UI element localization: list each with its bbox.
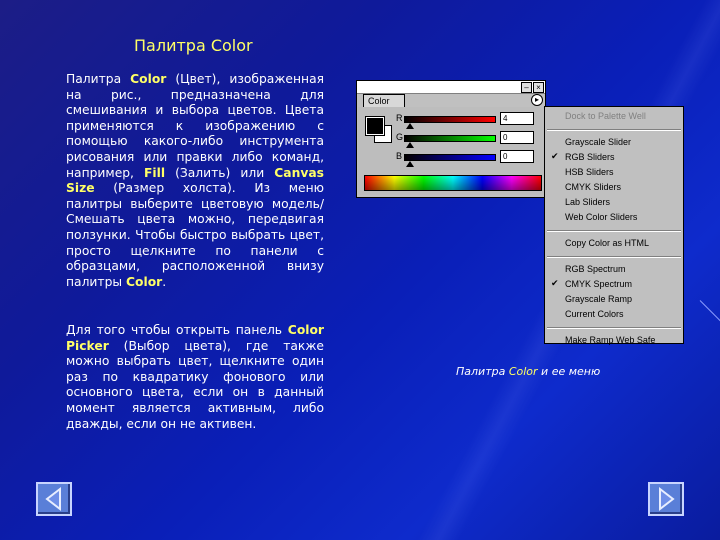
menu-item-grayscale-ramp[interactable]: Grayscale Ramp — [565, 292, 632, 306]
minimize-icon[interactable]: – — [521, 82, 532, 93]
menu-item-web-color-sliders[interactable]: Web Color Sliders — [565, 210, 637, 224]
paragraph-color-palette-run: (Размер холста). Из меню палитры выберит… — [66, 181, 324, 289]
paragraph-color-palette-run: Палитра — [66, 72, 131, 86]
next-slide-button[interactable] — [648, 482, 684, 516]
close-icon[interactable]: × — [533, 82, 544, 93]
menu-item-grayscale-slider[interactable]: Grayscale Slider — [565, 135, 631, 149]
palette-body: R 4 G 0 B 0 — [358, 107, 544, 195]
color-spectrum-bar[interactable] — [364, 175, 542, 191]
paragraph-color-picker: Для того чтобы открыть панель Color Pick… — [66, 323, 324, 432]
paragraph-color-palette: Палитра Color (Цвет), изображенная на ри… — [66, 72, 324, 290]
paragraph-color-palette-run: Color — [130, 72, 167, 86]
menu-item-dock-to-palette-well[interactable]: Dock to Palette Well — [565, 109, 646, 123]
slider-r-label: R — [396, 113, 403, 123]
menu-separator — [547, 327, 681, 329]
paragraph-color-palette-run: (Цвет), изображенная на рис., предназнач… — [66, 72, 324, 180]
menu-item-cmyk-spectrum[interactable]: CMYK Spectrum — [565, 277, 632, 291]
slider-b-label: B — [396, 151, 403, 161]
menu-item-lab-sliders[interactable]: Lab Sliders — [565, 195, 610, 209]
menu-item-cmyk-sliders[interactable]: CMYK Sliders — [565, 180, 621, 194]
menu-item-hsb-sliders[interactable]: HSB Sliders — [565, 165, 614, 179]
menu-item-current-colors[interactable]: Current Colors — [565, 307, 624, 321]
checkmark-icon: ✔ — [551, 151, 559, 161]
checkmark-icon: ✔ — [551, 278, 559, 288]
paragraph-color-palette-run: Color — [126, 274, 163, 289]
foreground-color-swatch[interactable] — [365, 116, 385, 136]
page-title: Палитра Color — [134, 36, 253, 55]
value-r-field[interactable]: 4 — [500, 112, 534, 125]
menu-item-rgb-spectrum[interactable]: RGB Spectrum — [565, 262, 626, 276]
triangle-left-icon — [45, 486, 61, 512]
triangle-right-icon — [659, 486, 675, 512]
figure-caption: Палитра Color и ее меню — [456, 365, 600, 378]
slider-r[interactable] — [404, 116, 496, 123]
prev-slide-button[interactable] — [36, 482, 72, 516]
figure-caption-run: и ее меню — [537, 365, 601, 378]
paragraph-color-palette-run: . — [162, 274, 167, 289]
paragraph-color-picker-run: Для того чтобы открыть панель — [66, 323, 288, 337]
palette-dropdown-menu: Dock to Palette Well Grayscale Slider ✔ RGB… — [544, 106, 684, 347]
slider-b[interactable] — [404, 154, 496, 161]
decorative-line — [699, 300, 720, 323]
paragraph-color-palette-run: (Залить) или — [165, 165, 275, 180]
slider-b-handle[interactable] — [406, 161, 414, 167]
color-palette-window: – × Color ▸ R 4 G 0 B 0 — [356, 80, 546, 198]
menu-separator — [547, 230, 681, 232]
menu-separator — [547, 129, 681, 131]
palette-menu-icon[interactable]: ▸ — [531, 94, 543, 106]
value-b-field[interactable]: 0 — [500, 150, 534, 163]
paragraph-color-palette-run: Fill — [144, 165, 166, 180]
value-g-field[interactable]: 0 — [500, 131, 534, 144]
slider-g-handle[interactable] — [406, 142, 414, 148]
menu-item-copy-color-as-html[interactable]: Copy Color as HTML — [565, 236, 649, 250]
menu-separator — [547, 256, 681, 258]
slider-g[interactable] — [404, 135, 496, 142]
figure-caption-run: Color — [508, 365, 538, 378]
tab-color[interactable]: Color — [363, 94, 405, 107]
slider-g-label: G — [396, 132, 404, 142]
menu-item-make-ramp-web-safe[interactable]: Make Ramp Web Safe — [565, 333, 655, 347]
figure-caption-run: Палитра — [456, 365, 509, 378]
slider-r-handle[interactable] — [406, 123, 414, 129]
menu-item-rgb-sliders[interactable]: RGB Sliders — [565, 150, 615, 164]
palette-title-bar[interactable]: – × — [357, 81, 545, 94]
